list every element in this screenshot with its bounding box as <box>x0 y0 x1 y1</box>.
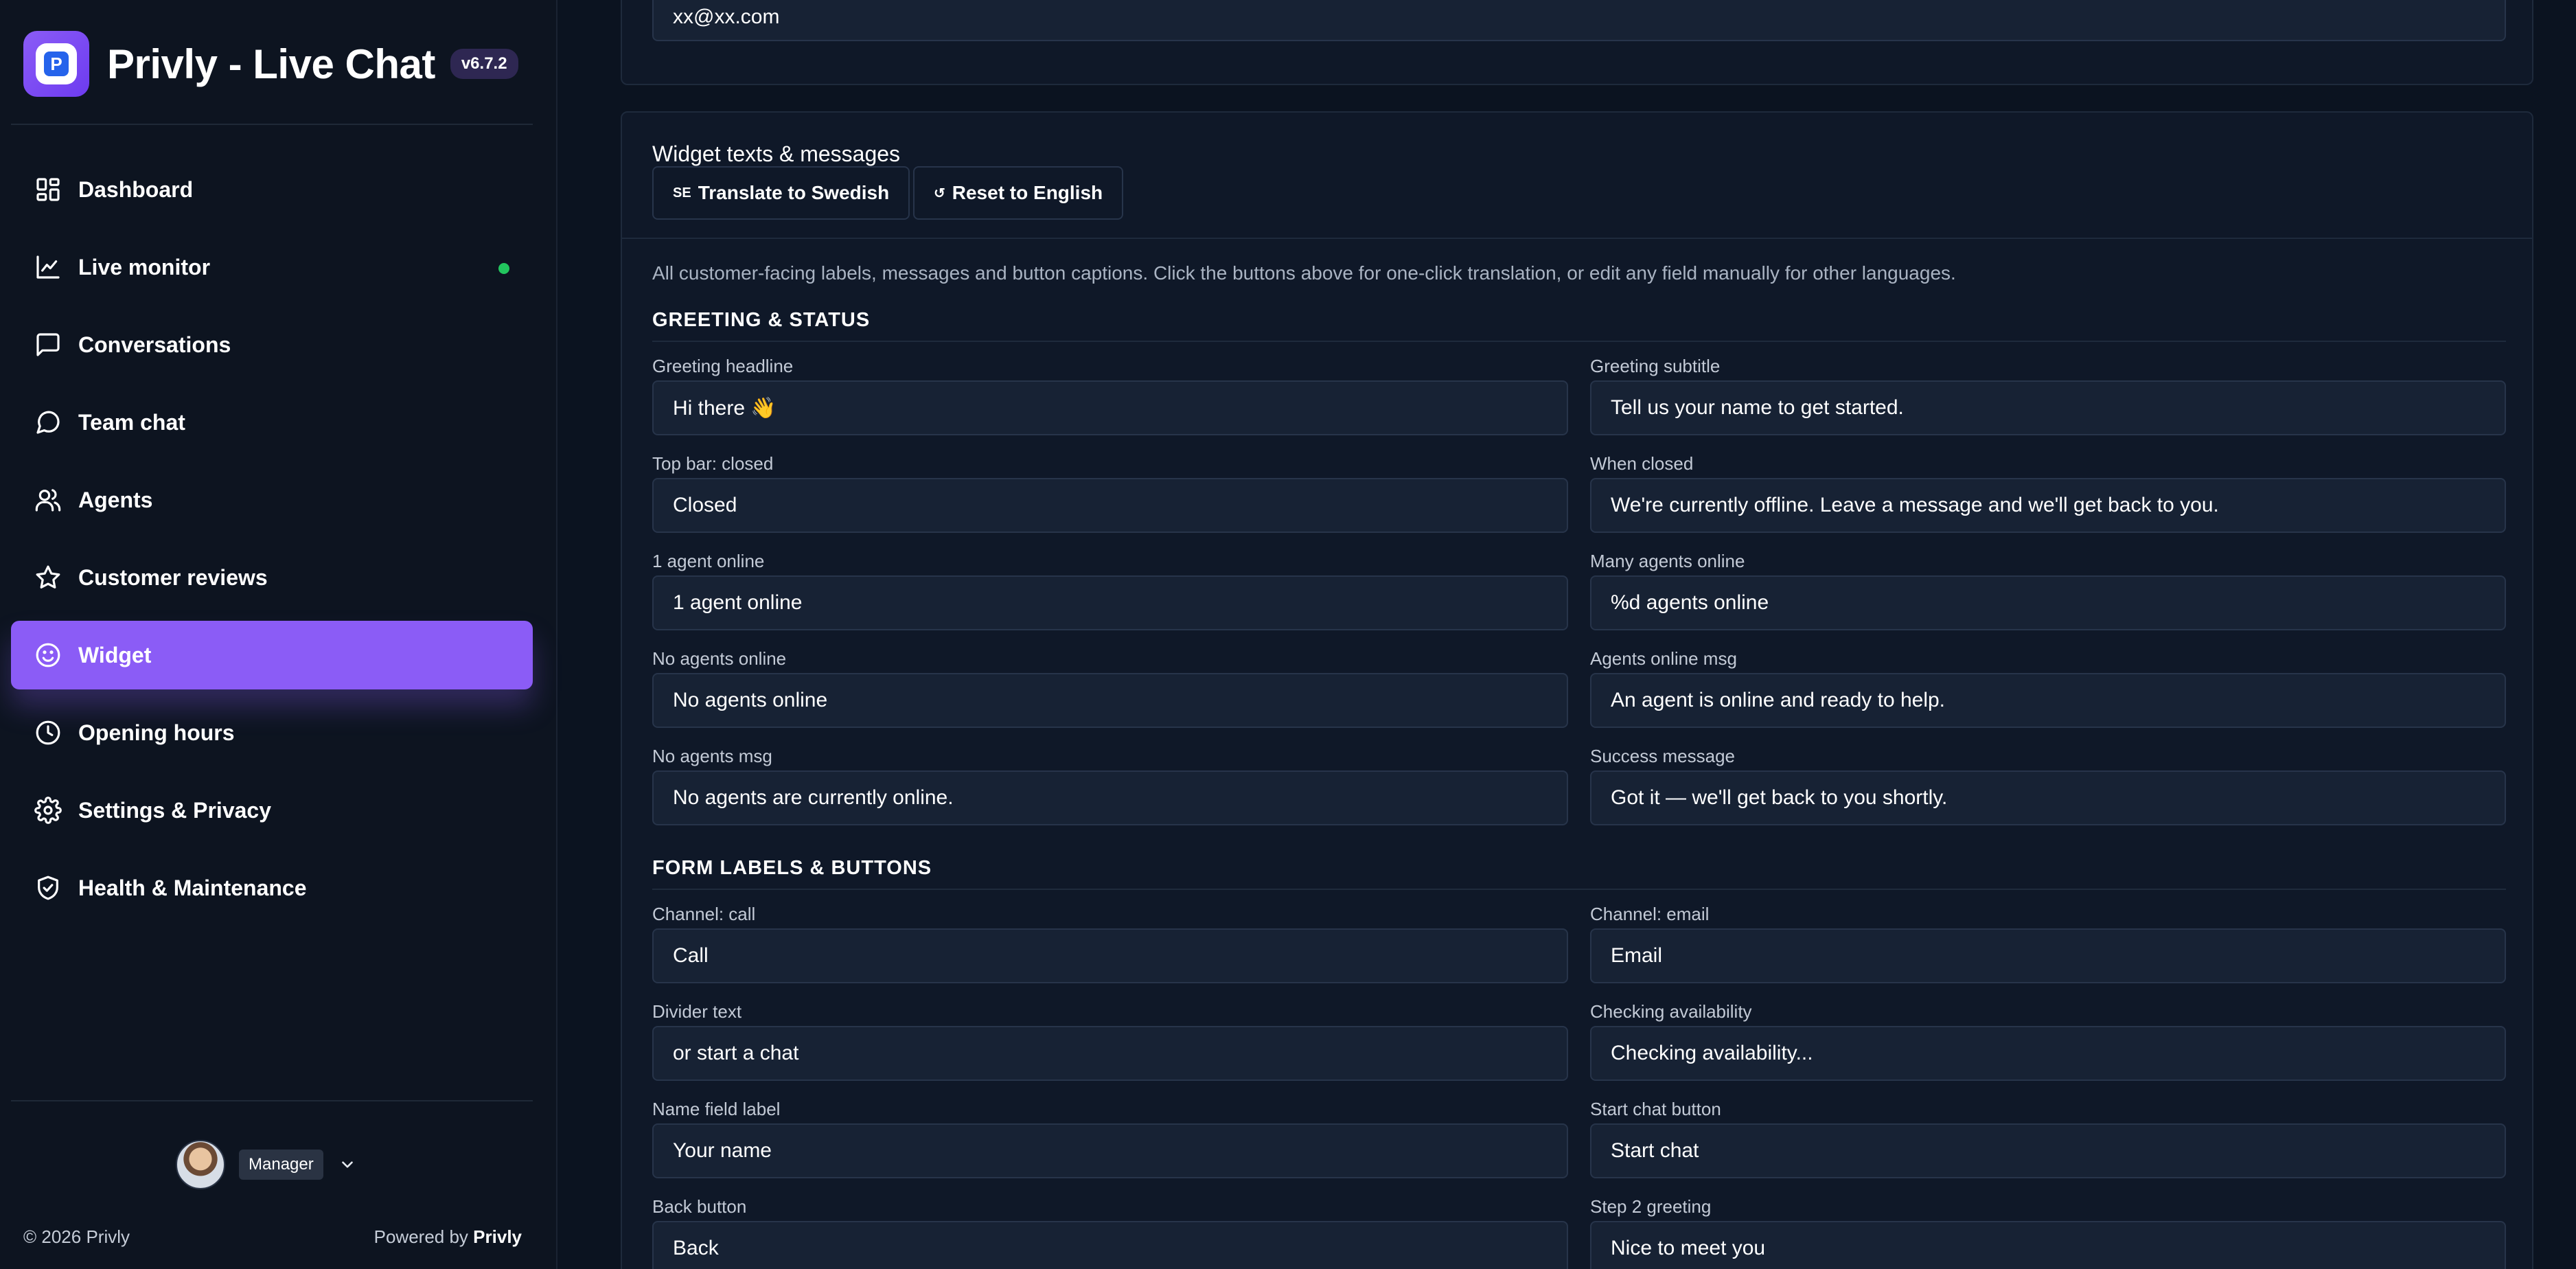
sidebar-item-label: Opening hours <box>78 720 235 745</box>
top-bar-closed-label: Top bar: closed <box>652 453 774 474</box>
when-closed-label: When closed <box>1590 453 1694 474</box>
smiley-icon <box>34 641 62 669</box>
app-root: P Privly - Live Chat v6.7.2 Dashboard Liv… <box>0 0 2576 1269</box>
many-agents-online-label: Many agents online <box>1590 551 1745 571</box>
no-agents-online-label: No agents online <box>652 648 787 669</box>
sidebar-item-conversations[interactable]: Conversations <box>11 310 533 379</box>
start-chat-button-label: Start chat button <box>1590 1099 1721 1119</box>
1-agent-online-input[interactable]: 1 agent online <box>652 575 1568 630</box>
sidebar-item-label: Live monitor <box>78 254 211 279</box>
no-agents-online-input[interactable]: No agents online <box>652 673 1568 728</box>
chat-bubble-icon <box>34 409 62 436</box>
clock-icon <box>34 719 62 746</box>
sidebar-item-label: Team chat <box>78 409 185 435</box>
agents-online-msg-input[interactable]: An agent is online and ready to help. <box>1590 673 2506 728</box>
reset-english-button[interactable]: ↺ Reset to English <box>913 166 1124 220</box>
email-input[interactable]: xx@xx.com <box>652 0 2506 41</box>
logo-letter: P <box>44 52 69 76</box>
chevron-down-icon[interactable] <box>338 1156 356 1174</box>
avatar[interactable] <box>176 1140 225 1189</box>
channel-call-input[interactable]: Call <box>652 928 1568 983</box>
widget-texts-card: Widget texts & messages SE Translate to … <box>621 111 2533 1269</box>
chat-square-icon <box>34 331 62 358</box>
checking-availability-label: Checking availability <box>1590 1001 1752 1022</box>
many-agents-online-input[interactable]: %d agents online <box>1590 575 2506 630</box>
when-closed-input[interactable]: We're currently offline. Leave a message… <box>1590 478 2506 533</box>
sidebar-item-label: Settings & Privacy <box>78 797 271 823</box>
sidebar-item-dashboard[interactable]: Dashboard <box>11 155 533 224</box>
agents-online-msg-label: Agents online msg <box>1590 648 1737 669</box>
contact-settings-card: xx@xx.com <box>621 0 2533 85</box>
greeting-headline-label: Greeting headline <box>652 356 794 376</box>
translate-swedish-button[interactable]: SE Translate to Swedish <box>652 166 910 220</box>
sidebar-item-label: Customer reviews <box>78 564 268 590</box>
channel-email-input[interactable]: Email <box>1590 928 2506 983</box>
app-title: Privly - Live Chat <box>107 41 435 87</box>
group-title: GREETING & STATUS <box>652 309 871 331</box>
powered-by-brand[interactable]: Privly <box>473 1226 522 1247</box>
sidebar-item-label: Widget <box>78 642 152 667</box>
sidebar-nav: Dashboard Live monitor Conversations Team c… <box>11 155 533 931</box>
star-icon <box>34 564 62 591</box>
sidebar-item-health-maintenance[interactable]: Health & Maintenance <box>11 854 533 922</box>
users-icon <box>34 486 62 514</box>
version-badge: v6.7.2 <box>450 49 518 79</box>
group-divider <box>652 341 2506 342</box>
sidebar-item-widget[interactable]: Widget <box>11 621 533 689</box>
greeting-subtitle-label: Greeting subtitle <box>1590 356 1721 376</box>
no-agents-msg-label: No agents msg <box>652 746 772 766</box>
sidebar-item-opening-hours[interactable]: Opening hours <box>11 698 533 767</box>
flag-se-icon: SE <box>673 185 691 201</box>
back-button-label: Back button <box>652 1196 747 1217</box>
divider-text-label: Divider text <box>652 1001 742 1022</box>
reset-icon: ↺ <box>934 185 945 201</box>
live-status-dot <box>498 263 509 274</box>
section-description: All customer-facing labels, messages and… <box>652 262 1956 284</box>
gear-icon <box>34 797 62 824</box>
sidebar-item-label: Conversations <box>78 332 231 357</box>
channel-call-label: Channel: call <box>652 904 756 924</box>
copyright-text: © 2026 Privly <box>23 1226 130 1247</box>
step-2-greeting-input[interactable]: Nice to meet you <box>1590 1221 2506 1269</box>
group-divider <box>652 889 2506 890</box>
checking-availability-input[interactable]: Checking availability... <box>1590 1026 2506 1081</box>
privly-logo-icon: P <box>23 31 89 97</box>
dashboard-icon <box>34 176 62 203</box>
sidebar-item-settings-privacy[interactable]: Settings & Privacy <box>11 776 533 845</box>
success-message-input[interactable]: Got it — we'll get back to you shortly. <box>1590 770 2506 825</box>
user-menu[interactable]: Manager <box>176 1140 356 1189</box>
greeting-subtitle-input[interactable]: Tell us your name to get started. <box>1590 380 2506 435</box>
sidebar-item-label: Health & Maintenance <box>78 875 307 900</box>
step-2-greeting-label: Step 2 greeting <box>1590 1196 1712 1217</box>
brand[interactable]: P Privly - Live Chat v6.7.2 <box>23 30 534 98</box>
sidebar-item-customer-reviews[interactable]: Customer reviews <box>11 543 533 612</box>
divider-text-input[interactable]: or start a chat <box>652 1026 1568 1081</box>
sidebar-divider <box>11 1100 533 1101</box>
back-button-input[interactable]: Back <box>652 1221 1568 1269</box>
1-agent-online-label: 1 agent online <box>652 551 765 571</box>
channel-email-label: Channel: email <box>1590 904 1710 924</box>
start-chat-button-input[interactable]: Start chat <box>1590 1123 2506 1178</box>
sidebar-item-live-monitor[interactable]: Live monitor <box>11 233 533 301</box>
powered-by: Powered by Privly <box>373 1226 522 1247</box>
no-agents-msg-input[interactable]: No agents are currently online. <box>652 770 1568 825</box>
sidebar-footer: © 2026 Privly Powered by Privly <box>23 1226 522 1248</box>
name-field-label-label: Name field label <box>652 1099 781 1119</box>
top-bar-closed-input[interactable]: Closed <box>652 478 1568 533</box>
sidebar-item-agents[interactable]: Agents <box>11 466 533 534</box>
card-divider <box>622 238 2532 239</box>
success-message-label: Success message <box>1590 746 1735 766</box>
group-title: FORM LABELS & BUTTONS <box>652 857 932 879</box>
sidebar-item-label: Dashboard <box>78 176 194 202</box>
chart-line-icon <box>34 253 62 281</box>
sidebar-divider <box>11 124 533 125</box>
role-badge: Manager <box>239 1150 323 1180</box>
name-field-label-input[interactable]: Your name <box>652 1123 1568 1178</box>
sidebar-item-label: Agents <box>78 487 153 512</box>
section-title: Widget texts & messages <box>652 141 901 166</box>
sidebar: P Privly - Live Chat v6.7.2 Dashboard Liv… <box>0 0 557 1269</box>
sidebar-item-team-chat[interactable]: Team chat <box>11 388 533 457</box>
shield-check-icon <box>34 874 62 902</box>
greeting-headline-input[interactable]: Hi there 👋 <box>652 380 1568 435</box>
